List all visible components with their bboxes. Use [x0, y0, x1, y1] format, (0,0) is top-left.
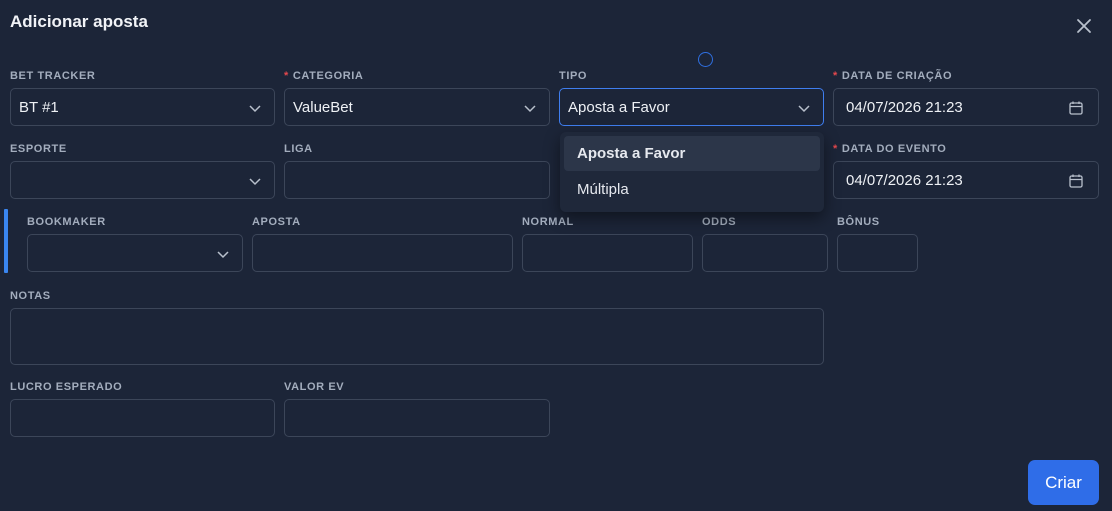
bookmaker-label: BOOKMAKER	[27, 216, 106, 228]
notas-textarea[interactable]	[10, 308, 824, 365]
tipo-select[interactable]: Aposta a Favor	[559, 88, 824, 126]
odds-input[interactable]	[702, 234, 828, 272]
odds-label: ODDS	[702, 216, 737, 228]
chevron-down-icon	[249, 105, 261, 113]
bet-tracker-value: BT #1	[19, 98, 59, 116]
required-marker: *	[833, 70, 838, 82]
valor-ev-input[interactable]	[284, 399, 550, 437]
liga-input[interactable]	[284, 161, 550, 199]
data-criacao-value: 04/07/2026 21:23	[846, 98, 963, 116]
aposta-label: APOSTA	[252, 216, 301, 228]
dialog-title: Adicionar aposta	[10, 12, 148, 31]
chevron-down-icon	[798, 105, 810, 113]
esporte-label: ESPORTE	[10, 143, 67, 155]
chevron-down-icon	[249, 178, 261, 186]
normal-label: NORMAL	[522, 216, 574, 228]
calendar-icon[interactable]	[1068, 173, 1084, 189]
notas-label: NOTAS	[10, 290, 51, 302]
chevron-down-icon	[217, 251, 229, 259]
data-evento-label: * DATA DO EVENTO	[833, 143, 947, 155]
calendar-icon[interactable]	[1068, 100, 1084, 116]
bet-tracker-label: BET TRACKER	[10, 70, 96, 82]
bookmaker-select[interactable]	[27, 234, 243, 272]
tipo-option-aposta-a-favor[interactable]: Aposta a Favor	[564, 136, 820, 171]
required-marker: *	[833, 143, 838, 155]
required-marker: *	[284, 70, 289, 82]
tipo-value: Aposta a Favor	[568, 98, 670, 116]
liga-label: LIGA	[284, 143, 313, 155]
categoria-value: ValueBet	[293, 98, 353, 116]
criar-button[interactable]: Criar	[1028, 460, 1099, 505]
data-evento-input[interactable]: 04/07/2026 21:23	[833, 161, 1099, 199]
categoria-label: * CATEGORIA	[284, 70, 364, 82]
aposta-input[interactable]	[252, 234, 513, 272]
normal-input[interactable]	[522, 234, 693, 272]
lucro-esperado-label: LUCRO ESPERADO	[10, 381, 123, 393]
tipo-label: TIPO	[559, 70, 588, 82]
tipo-option-multipla[interactable]: Múltipla	[564, 172, 820, 207]
categoria-select[interactable]: ValueBet	[284, 88, 550, 126]
lucro-esperado-input[interactable]	[10, 399, 275, 437]
bet-tracker-select[interactable]: BT #1	[10, 88, 275, 126]
data-criacao-label: * DATA DE CRIAÇÃO	[833, 70, 953, 82]
esporte-select[interactable]	[10, 161, 275, 199]
bonus-input[interactable]	[837, 234, 918, 272]
bookmaker-entry-accent	[4, 209, 8, 273]
data-criacao-input[interactable]: 04/07/2026 21:23	[833, 88, 1099, 126]
data-evento-value: 04/07/2026 21:23	[846, 171, 963, 189]
close-icon[interactable]	[1074, 16, 1094, 36]
valor-ev-label: VALOR EV	[284, 381, 345, 393]
bonus-label: BÔNUS	[837, 216, 880, 228]
loading-spinner-icon	[698, 52, 713, 67]
tipo-dropdown-menu: Aposta a Favor Múltipla	[560, 132, 824, 212]
chevron-down-icon	[524, 105, 536, 113]
